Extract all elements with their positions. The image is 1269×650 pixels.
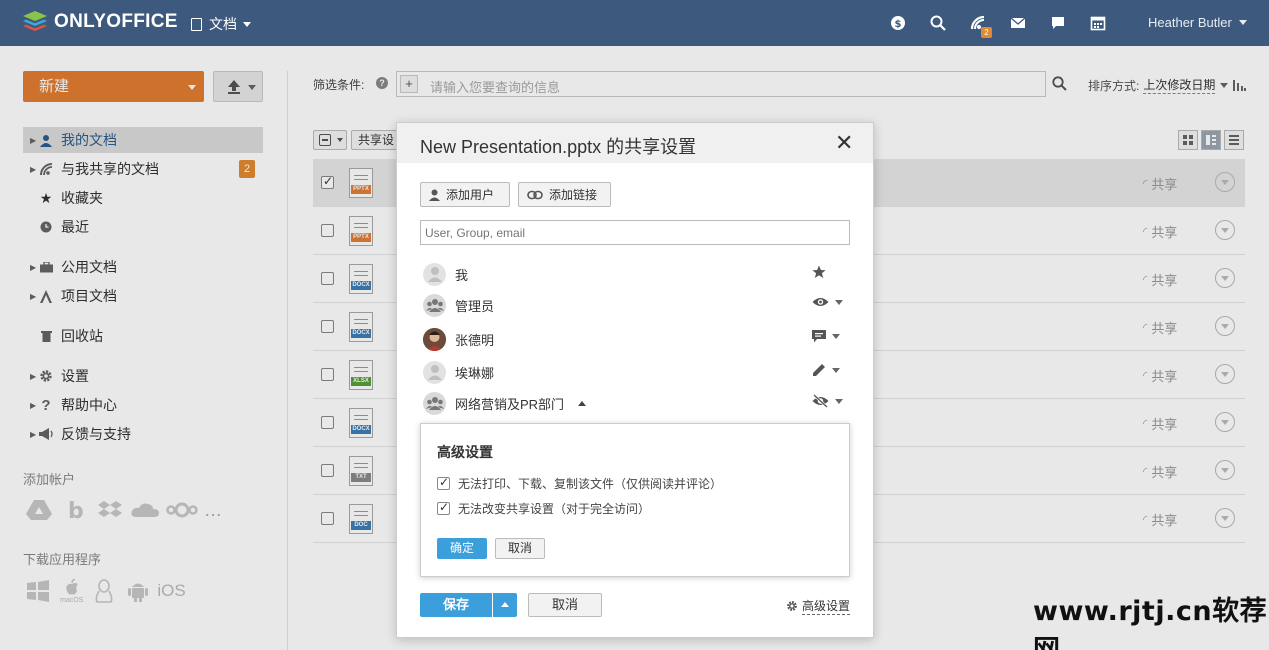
mail-icon[interactable]	[1009, 14, 1027, 32]
user-name: Heather Butler	[1148, 15, 1232, 30]
watermark: www.rjtj.cn软荐网	[1033, 596, 1268, 650]
user-search-input[interactable]	[420, 220, 850, 245]
share-name: 张德明	[455, 332, 495, 348]
advanced-settings-link[interactable]: 高级设置	[786, 597, 851, 615]
logo-text: ONLYOFFICE	[54, 11, 178, 32]
user-icon	[429, 189, 440, 201]
chevron-down-icon	[1238, 20, 1247, 25]
gear-icon	[787, 601, 797, 611]
option-label: 无法打印、下载、复制该文件（仅供阅读并评论）	[458, 477, 723, 491]
advanced-settings-label: 高级设置	[802, 599, 851, 615]
module-switcher[interactable]: 文档	[191, 14, 251, 34]
comment-icon	[812, 330, 826, 343]
group-icon	[425, 299, 444, 312]
logo[interactable]: ONLYOFFICE	[22, 10, 178, 34]
group-icon	[425, 397, 444, 410]
group-avatar	[423, 391, 446, 415]
star-icon	[812, 265, 826, 279]
pencil-icon	[813, 364, 825, 376]
chevron-down-icon	[832, 334, 840, 339]
access-rights-dropdown[interactable]	[812, 363, 840, 377]
share-row-user: 埃琳娜	[423, 359, 853, 385]
advanced-cancel-button[interactable]: 取消	[495, 538, 545, 559]
option-label: 无法改变共享设置（对于完全访问）	[458, 502, 651, 516]
share-name: 网络营销及PR部门	[455, 396, 565, 412]
access-rights-dropdown[interactable]	[812, 394, 843, 408]
dialog-title: New Presentation.pptx 的共享设置	[420, 137, 697, 157]
add-link-button[interactable]: 添加链接	[518, 182, 611, 207]
deny-download-checkbox[interactable]	[437, 475, 450, 490]
share-name: 埃琳娜	[455, 365, 495, 381]
eye-icon	[812, 298, 829, 306]
feed-badge: 2	[981, 27, 992, 38]
share-row-me: 我	[423, 261, 853, 287]
share-row-user: 张德明	[423, 326, 853, 352]
close-icon[interactable]: ✕	[835, 132, 853, 154]
cancel-button[interactable]: 取消	[528, 593, 602, 617]
chevron-down-icon	[835, 398, 843, 404]
deny-sharing-checkbox[interactable]	[437, 500, 450, 515]
deny-download-option[interactable]: 无法打印、下载、复制该文件（仅供阅读并评论）	[437, 475, 722, 492]
add-user-label: 添加用户	[446, 188, 495, 202]
chevron-down-icon	[832, 367, 840, 373]
share-name: 我	[455, 267, 469, 283]
advanced-settings-popup: 高级设置 无法打印、下载、复制该文件（仅供阅读并评论） 无法改变共享设置（对于完…	[420, 423, 850, 577]
advanced-ok-button[interactable]: 确定	[437, 538, 487, 559]
advanced-title: 高级设置	[437, 444, 493, 460]
user-menu[interactable]: Heather Butler	[1148, 15, 1247, 30]
deny-sharing-option[interactable]: 无法改变共享设置（对于完全访问）	[437, 500, 650, 517]
search-icon[interactable]	[929, 14, 947, 32]
dialog-header: New Presentation.pptx 的共享设置 ✕	[397, 123, 873, 163]
avatar	[423, 360, 446, 384]
share-settings-dialog: New Presentation.pptx 的共享设置 ✕ 添加用户 添加链接 …	[396, 122, 874, 638]
coin-icon[interactable]: $	[889, 14, 907, 32]
chat-icon[interactable]	[1049, 14, 1067, 32]
svg-text:$: $	[895, 19, 902, 30]
access-rights-dropdown[interactable]	[812, 330, 840, 343]
avatar	[423, 327, 446, 351]
save-button[interactable]: 保存	[420, 593, 492, 617]
document-icon	[191, 17, 202, 31]
share-row-admin: 管理员	[423, 292, 853, 318]
onlyoffice-logo-icon	[23, 11, 47, 31]
chevron-down-icon	[243, 21, 251, 27]
top-bar: ONLYOFFICE 文档 $ 2 Heather Butler	[0, 0, 1269, 46]
add-user-button[interactable]: 添加用户	[420, 182, 510, 207]
add-link-label: 添加链接	[549, 188, 598, 202]
chevron-up-icon[interactable]	[578, 400, 587, 406]
avatar	[423, 262, 446, 286]
share-name: 管理员	[455, 298, 495, 314]
chevron-down-icon	[835, 299, 843, 305]
calendar-icon[interactable]	[1089, 14, 1107, 32]
link-icon	[527, 190, 543, 199]
access-rights-dropdown[interactable]	[812, 296, 843, 308]
eye-off-icon	[812, 394, 829, 408]
group-avatar	[423, 293, 446, 317]
module-label: 文档	[209, 16, 237, 32]
share-row-group: 网络营销及PR部门	[423, 390, 853, 416]
save-options-button[interactable]	[493, 593, 517, 617]
